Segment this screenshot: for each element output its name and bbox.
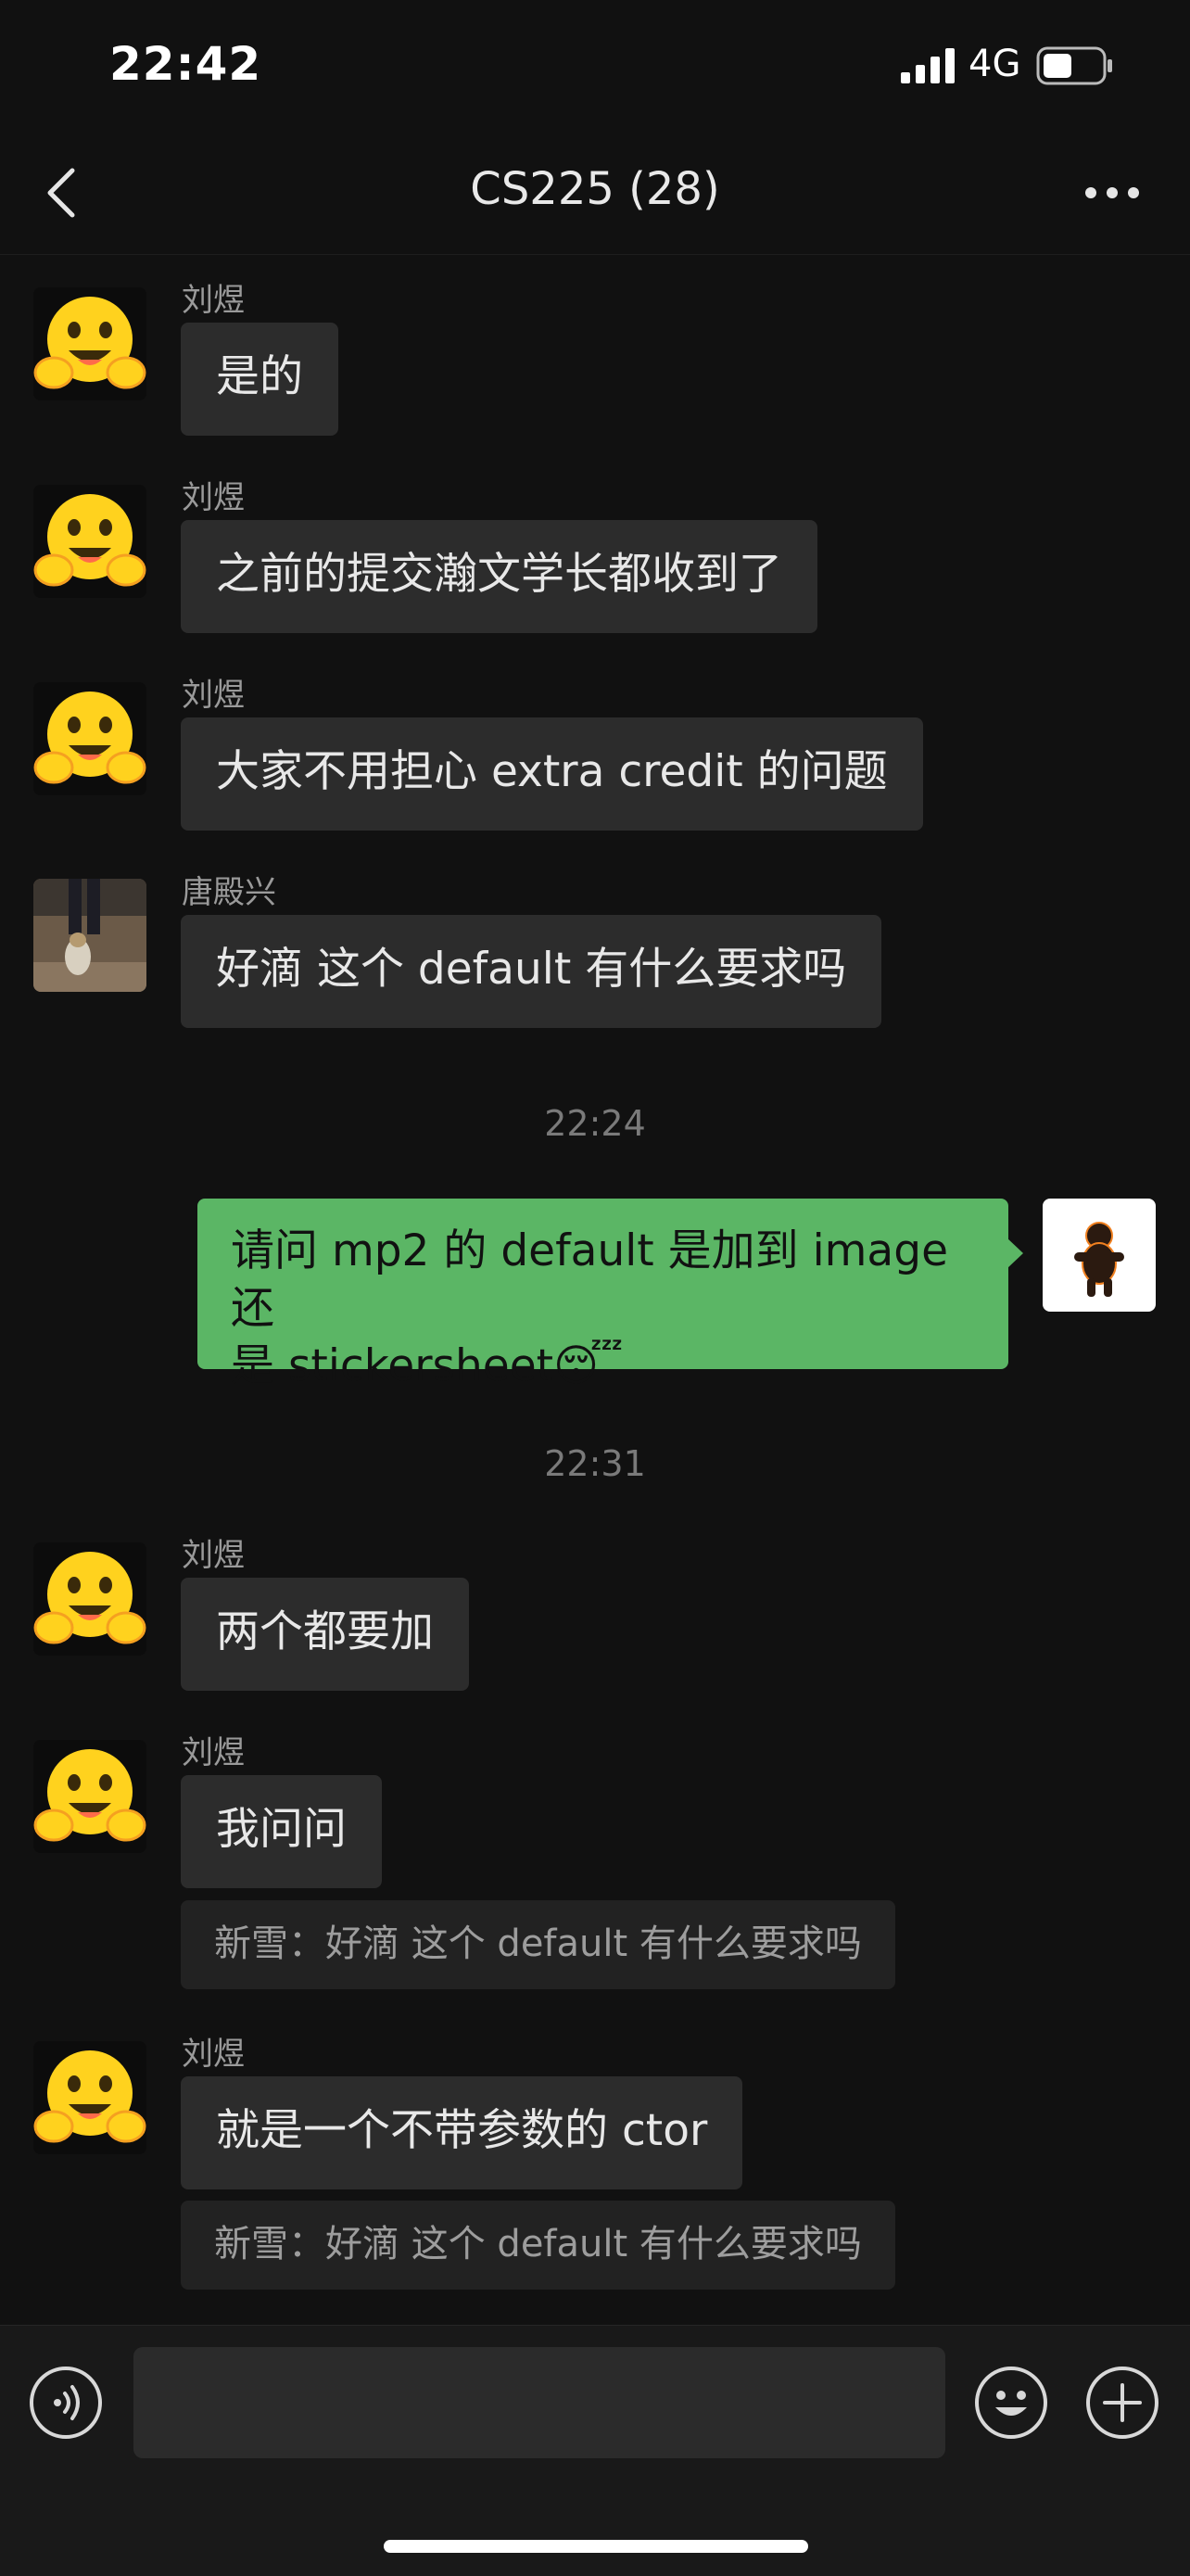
more-icon[interactable] xyxy=(1084,185,1140,200)
quoted-reply[interactable]: 新雪：好滴 这个 default 有什么要求吗 xyxy=(181,1900,895,1989)
my-message-line: 请问 mp2 的 default 是加到 image 还 xyxy=(231,1225,948,1334)
avatar[interactable] xyxy=(33,287,146,400)
avatar[interactable] xyxy=(33,485,146,598)
sleeping-emoji: 😴 xyxy=(553,1340,624,1391)
message-bubble[interactable]: 是的 xyxy=(181,323,338,436)
signal-icon xyxy=(901,48,955,83)
home-indicator[interactable] xyxy=(384,2540,808,2553)
emoji-icon[interactable] xyxy=(975,2367,1047,2439)
avatar-photo[interactable] xyxy=(33,879,146,992)
timestamp: 22:24 xyxy=(544,1103,646,1144)
my-message-bubble[interactable]: 请问 mp2 的 default 是加到 image 还 是 stickersh… xyxy=(197,1199,1008,1391)
message-bubble[interactable]: 我问问 xyxy=(181,1775,382,1888)
sender-name: 刘煜 xyxy=(182,1734,245,1771)
avatar[interactable] xyxy=(33,1740,146,1853)
my-avatar[interactable] xyxy=(1043,1199,1156,1312)
sender-name: 刘煜 xyxy=(182,677,245,714)
avatar[interactable] xyxy=(33,682,146,795)
bubble-tail xyxy=(1006,1237,1023,1269)
status-time: 22:42 xyxy=(109,37,262,91)
quoted-reply[interactable]: 新雪：好滴 这个 default 有什么要求吗 xyxy=(181,2201,895,2290)
sender-name: 刘煜 xyxy=(182,282,245,319)
add-icon[interactable] xyxy=(1086,2367,1158,2439)
status-bar: 22:42 4G xyxy=(0,0,1190,139)
avatar[interactable] xyxy=(33,2041,146,2154)
avatar[interactable] xyxy=(33,1542,146,1656)
chat-title: CS225 (28) xyxy=(470,163,720,215)
message-bubble[interactable]: 大家不用担心 extra credit 的问题 xyxy=(181,717,923,831)
sender-name: 刘煜 xyxy=(182,2036,245,2073)
my-message-line: 是 stickersheet😴 xyxy=(231,1340,624,1391)
message-bubble[interactable]: 之前的提交瀚文学长都收到了 xyxy=(181,520,817,633)
message-bubble[interactable]: 两个都要加 xyxy=(181,1578,469,1691)
battery-icon xyxy=(1036,46,1112,85)
message-input[interactable] xyxy=(133,2347,945,2458)
timestamp: 22:31 xyxy=(544,1443,646,1484)
sender-name: 刘煜 xyxy=(182,479,245,516)
network-type: 4G xyxy=(968,43,1021,85)
message-bubble[interactable]: 就是一个不带参数的 ctor xyxy=(181,2076,743,2189)
sender-name: 刘煜 xyxy=(182,1537,245,1574)
sender-name: 唐殿兴 xyxy=(182,874,276,911)
message-bubble[interactable]: 好滴 这个 default 有什么要求吗 xyxy=(181,915,882,1028)
voice-icon[interactable] xyxy=(30,2367,102,2439)
